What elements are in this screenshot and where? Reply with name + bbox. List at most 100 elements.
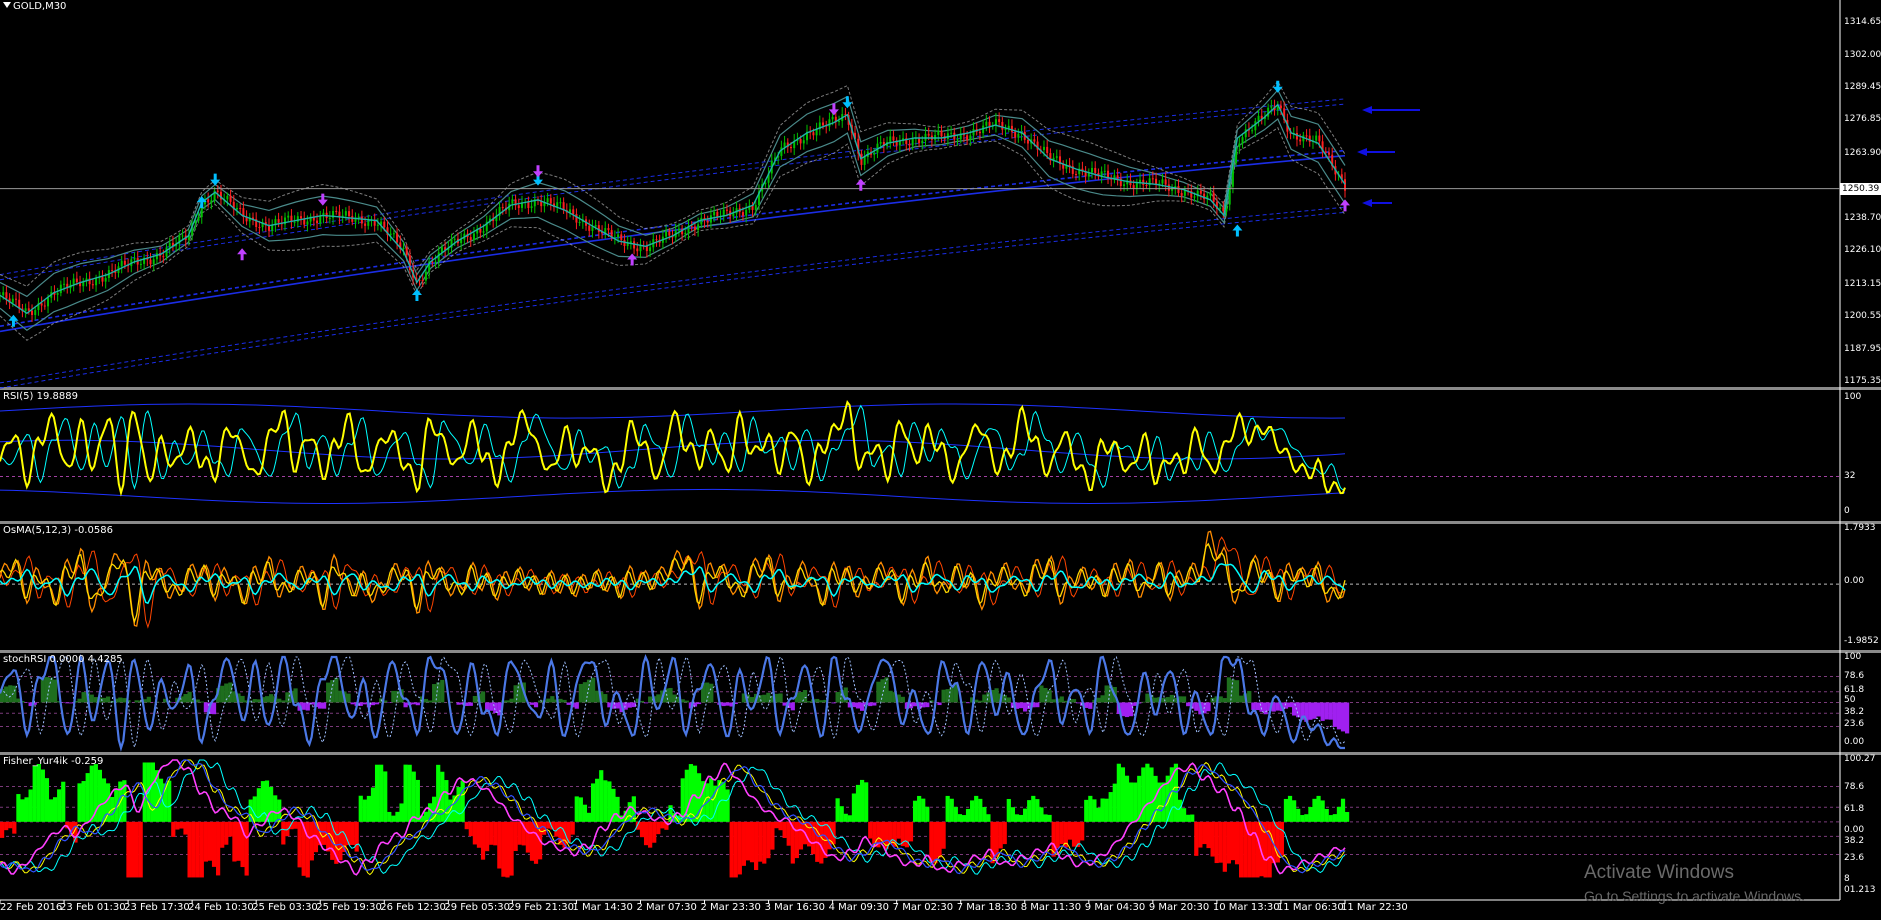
x-tick-label: 23 Feb 17:30 — [124, 902, 190, 913]
candle-body — [1254, 121, 1257, 131]
candle-body — [27, 308, 30, 311]
fisher-histogram-bar — [749, 821, 755, 863]
fisher-histogram-bar — [167, 780, 172, 822]
y-tick-label: 78.6 — [1844, 782, 1865, 792]
chart-canvas[interactable] — [0, 0, 1881, 920]
y-tick-label: 61.8 — [1844, 804, 1865, 814]
fisher-histogram-bar — [970, 800, 975, 822]
fisher-histogram-bar — [374, 764, 380, 822]
fisher-histogram-bar — [224, 821, 229, 845]
candle-body — [1161, 179, 1164, 184]
fisher-histogram-bar — [187, 821, 192, 878]
candle-body — [998, 119, 1001, 122]
fisher-histogram-bar — [195, 821, 200, 878]
candle-body — [383, 221, 386, 228]
stoch-histogram-bar — [819, 700, 824, 703]
candle-body — [392, 233, 395, 235]
candle-body — [1209, 192, 1212, 196]
candle-body — [754, 205, 757, 210]
x-tick-label: 29 Feb 21:30 — [508, 902, 574, 913]
stoch-histogram-bar — [1059, 696, 1064, 703]
pane-separator — [0, 387, 1881, 390]
fisher-histogram-bar — [1145, 763, 1150, 822]
stoch-histogram-bar — [293, 688, 298, 703]
candle-body — [197, 217, 200, 221]
arrow-up-icon — [1232, 224, 1243, 237]
triangle-down-icon[interactable] — [3, 2, 11, 8]
fisher-histogram-bar — [1133, 782, 1138, 822]
stoch-histogram-bar — [978, 700, 983, 703]
stoch-histogram-bar — [986, 692, 991, 703]
stoch-histogram-bar — [134, 700, 139, 703]
y-tick-label: 8 — [1844, 874, 1850, 884]
fisher-histogram-bar — [1300, 815, 1305, 822]
stoch-histogram-bar — [1336, 702, 1342, 730]
candle-body — [588, 225, 591, 231]
y-tick-label: 0.00 — [1844, 576, 1865, 586]
fisher-histogram-bar — [472, 821, 477, 845]
stoch-histogram-bar — [709, 683, 714, 703]
candle-body — [700, 217, 703, 225]
stoch-histogram-bar — [550, 696, 555, 703]
candle-body — [1123, 184, 1126, 187]
fisher-histogram-bar — [138, 821, 143, 878]
stoch-histogram-bar — [391, 690, 396, 703]
fisher-histogram-bar — [578, 797, 583, 822]
stoch-histogram-bar — [374, 702, 380, 705]
fisher-histogram-bar — [1328, 815, 1333, 822]
fisher-histogram-bar — [1100, 798, 1105, 822]
stoch-histogram-bar — [639, 700, 645, 703]
arrow-left-icon — [1362, 106, 1372, 114]
fisher-histogram-bar — [745, 821, 751, 861]
stoch-histogram-bar — [187, 691, 192, 703]
stoch-histogram-bar — [900, 696, 905, 703]
candle-body — [716, 211, 719, 217]
fisher-histogram-bar — [1283, 798, 1289, 822]
stoch-histogram-bar — [880, 679, 885, 703]
candle-body — [239, 207, 242, 209]
fisher-histogram-bar — [1186, 814, 1191, 822]
pane-separator — [0, 650, 1881, 653]
stoch-histogram-bar — [696, 702, 702, 705]
x-tick-label: 23 Feb 01:30 — [60, 902, 126, 913]
fisher-histogram-bar — [501, 821, 506, 877]
y-tick-label: 38.2 — [1844, 836, 1865, 846]
stoch-histogram-bar — [1263, 702, 1268, 715]
fisher-histogram-bar — [407, 764, 412, 822]
fisher-histogram-bar — [896, 821, 901, 839]
y-tick-label: 23.6 — [1844, 853, 1865, 863]
stoch-histogram-bar — [183, 694, 188, 703]
candle-body — [1295, 132, 1298, 140]
fisher-histogram-bar — [1181, 808, 1187, 822]
candle-body — [367, 220, 370, 226]
candle-body — [1318, 135, 1321, 142]
candle-body — [351, 216, 354, 222]
candle-body — [15, 298, 18, 300]
fisher-histogram-bar — [40, 769, 45, 822]
fisher-histogram-bar — [358, 795, 363, 822]
rsi-label: RSI(5) 19.8889 — [3, 391, 78, 402]
candle-body — [927, 133, 930, 136]
stoch-histogram-bar — [1275, 702, 1280, 711]
fisher-histogram-bar — [603, 780, 608, 822]
x-tick-label: 7 Mar 02:30 — [892, 902, 954, 913]
stoch-histogram-bar — [1332, 702, 1337, 727]
fisher-histogram-bar — [754, 821, 759, 870]
candle-body — [802, 140, 805, 144]
pane-separator — [0, 752, 1881, 755]
stoch-histogram-bar — [749, 697, 755, 703]
candle-body — [120, 260, 123, 267]
x-tick-label: 26 Feb 12:30 — [380, 902, 446, 913]
stoch-histogram-bar — [1076, 702, 1081, 704]
chart-window[interactable]: GOLD,M30 RSI(5) 19.8889 OsMA(5,12,3) -0.… — [0, 0, 1881, 920]
stoch-histogram-bar — [643, 702, 649, 704]
fisher-histogram-bar — [1002, 821, 1007, 845]
y-tick-label: 100 — [1844, 652, 1862, 662]
stoch-histogram-bar — [1296, 702, 1301, 718]
stoch-histogram-bar — [668, 687, 673, 703]
candle-body — [1103, 170, 1106, 172]
fisher-histogram-bar — [1043, 814, 1048, 822]
candle-body — [812, 132, 815, 136]
candle-body — [162, 256, 165, 258]
candle-body — [56, 293, 59, 295]
